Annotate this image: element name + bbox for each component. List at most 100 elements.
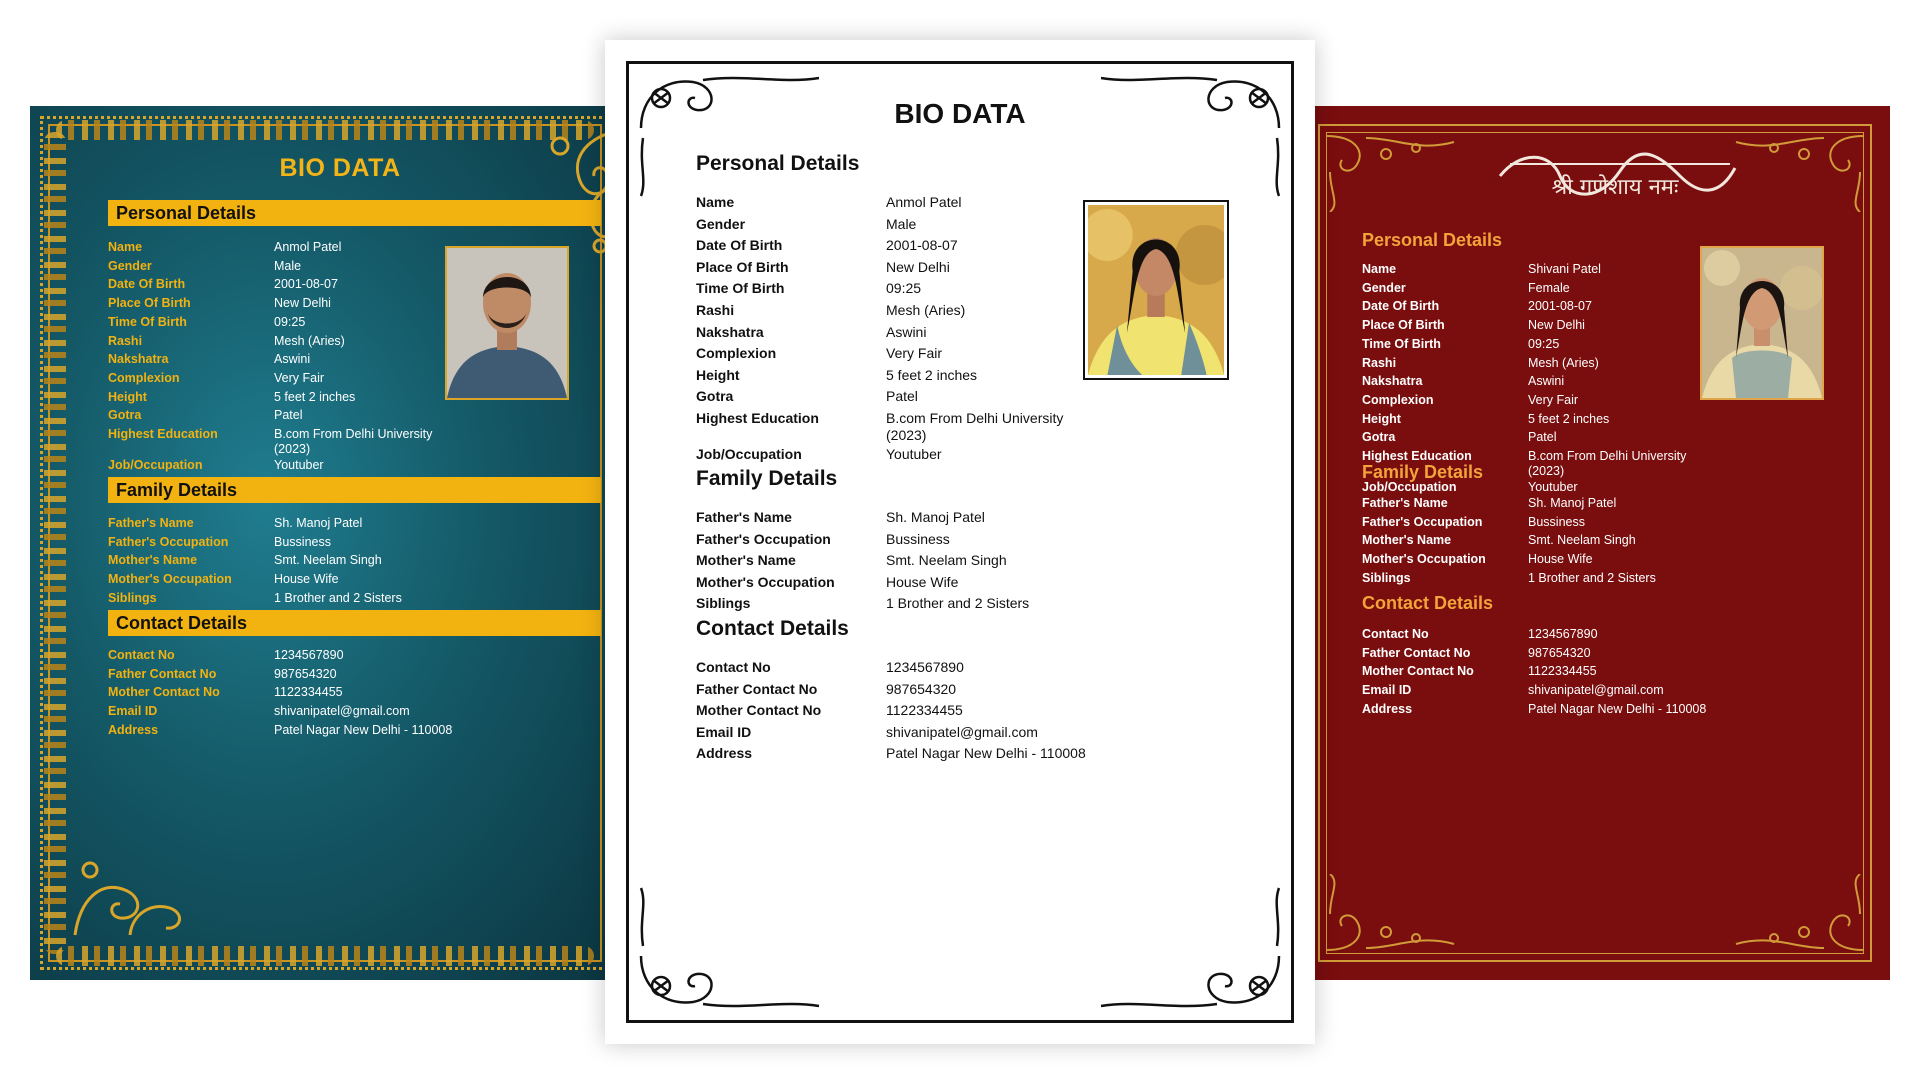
detail-value: 5 feet 2 inches [1528, 411, 1610, 426]
detail-label: Father's Occupation [1362, 514, 1483, 529]
detail-value: B.com From Delhi University (2023) [1528, 449, 1687, 478]
detail-label: Siblings [1362, 570, 1411, 585]
female-portrait-photo[interactable] [1700, 246, 1824, 400]
detail-value: Mesh (Aries) [274, 333, 345, 348]
biodata-template-teal[interactable]: BIO DATA Personal Details Name Anmol Pate… [30, 106, 620, 980]
detail-label: Address [108, 722, 159, 737]
section-band-contact: Contact Details [108, 610, 601, 636]
detail-label: Address [1362, 701, 1413, 716]
detail-label: Complexion [1362, 392, 1434, 407]
portrait-icon [1702, 248, 1824, 398]
section-title-contact: Contact Details [1362, 593, 1494, 613]
detail-value: Patel Nagar New Delhi - 110008 [886, 745, 1086, 762]
detail-value: Youtuber [274, 457, 324, 472]
detail-value: 1122334455 [274, 685, 343, 700]
detail-label: Father Contact No [696, 680, 818, 697]
section-title-personal: Personal Details [1362, 230, 1503, 250]
detail-label: Place Of Birth [108, 296, 191, 311]
biodata-template-classic[interactable]: BIO DATA Personal Details Name Anmol Pate… [605, 40, 1315, 1044]
detail-value: Aswini [886, 323, 927, 340]
biodata-title: BIO DATA [279, 154, 401, 182]
detail-label: Mother's Name [108, 553, 198, 568]
corner-flourish-icon [639, 887, 820, 1008]
detail-value: 09:25 [1528, 336, 1560, 351]
portrait-icon [1082, 205, 1234, 375]
detail-label: Job/Occupation [696, 445, 802, 462]
detail-label: Siblings [696, 595, 751, 612]
detail-value: Male [274, 258, 302, 273]
detail-label: Email ID [1362, 683, 1412, 698]
detail-value: 2001-08-07 [886, 237, 958, 254]
biodata-template-maroon[interactable]: श्री गणेशाय नमः Personal Details Name Shi… [1300, 106, 1890, 980]
detail-value: Very Fair [274, 370, 325, 385]
detail-label: Date Of Birth [696, 237, 783, 254]
detail-label: Height [108, 389, 147, 404]
detail-value: 09:25 [274, 314, 306, 329]
corner-flourish-icon [639, 76, 820, 197]
section-title-contact: Contact Details [696, 617, 849, 640]
detail-value: Very Fair [886, 345, 943, 362]
detail-label: Gotra [108, 408, 142, 423]
detail-value: 1122334455 [1528, 664, 1597, 679]
detail-label: Gotra [1362, 430, 1396, 445]
detail-value: 1 Brother and 2 Sisters [1528, 570, 1656, 585]
detail-value: Female [1528, 280, 1570, 295]
corner-flourish-icon [1100, 76, 1281, 197]
detail-value: 09:25 [886, 280, 922, 297]
detail-label: Contact No [696, 659, 771, 675]
detail-value: Male [886, 215, 917, 232]
detail-label: Mother's Name [696, 552, 796, 569]
detail-label: Mother Contact No [696, 702, 822, 719]
corner-flourish-icon [1326, 874, 1455, 951]
detail-label: Father's Occupation [696, 530, 831, 547]
detail-value: 2001-08-07 [1528, 299, 1592, 314]
section-band-personal: Personal Details [108, 200, 601, 226]
detail-label: Mother's Occupation [696, 573, 835, 590]
section-title-family: Family Details [696, 467, 838, 490]
detail-label: Gender [1362, 280, 1406, 295]
detail-value: House Wife [1528, 552, 1593, 567]
detail-label: Contact No [1362, 627, 1429, 641]
detail-label: Father Contact No [108, 666, 217, 681]
detail-label: Place Of Birth [696, 258, 789, 275]
detail-value: Smt. Neelam Singh [274, 553, 382, 568]
detail-value: Bussiness [886, 530, 950, 547]
corner-flourish-icon [1100, 887, 1281, 1008]
detail-value: Smt. Neelam Singh [1528, 533, 1636, 548]
detail-value: 5 feet 2 inches [886, 366, 978, 383]
detail-value: House Wife [886, 573, 959, 590]
detail-label: Nakshatra [108, 352, 169, 367]
shlok-text: श्री गणेशाय नमः [1552, 174, 1679, 200]
detail-label: Name [696, 194, 735, 210]
detail-label: Father's Name [696, 509, 792, 525]
detail-value: Aswini [274, 352, 311, 367]
detail-label: Height [1362, 411, 1401, 426]
detail-label: Highest Education [696, 410, 819, 426]
female-portrait-photo[interactable] [1082, 200, 1234, 380]
detail-label: Gotra [696, 388, 734, 405]
section-band-family: Family Details [108, 477, 601, 503]
detail-value: Anmol Patel [274, 240, 342, 254]
biodata-title: BIO DATA [894, 98, 1026, 129]
detail-label: Name [1362, 262, 1397, 276]
detail-label: Nakshatra [1362, 374, 1423, 389]
detail-value: Patel [886, 388, 918, 405]
header-shlok-logo: श्री गणेशाय नमः [1490, 146, 1740, 208]
detail-value: 1234567890 [1528, 627, 1598, 641]
male-portrait-photo[interactable] [445, 246, 569, 400]
detail-value: 2001-08-07 [274, 277, 338, 292]
detail-label: Rashi [696, 302, 735, 318]
detail-label: Name [108, 240, 143, 254]
detail-value: Sh. Manoj Patel [274, 516, 363, 530]
detail-label: Father's Name [1362, 496, 1448, 510]
detail-value: 1234567890 [886, 659, 964, 675]
detail-label: Date Of Birth [108, 277, 186, 292]
detail-value: shivanipatel@gmail.com [1528, 683, 1664, 698]
detail-label: Rashi [108, 333, 143, 348]
portrait-icon [447, 248, 567, 398]
detail-label: Job/Occupation [108, 457, 203, 472]
detail-value: B.com From Delhi University (2023) [274, 427, 433, 456]
detail-label: Email ID [108, 704, 158, 719]
corner-flourish-icon [1326, 135, 1455, 212]
detail-label: Place Of Birth [1362, 318, 1445, 333]
